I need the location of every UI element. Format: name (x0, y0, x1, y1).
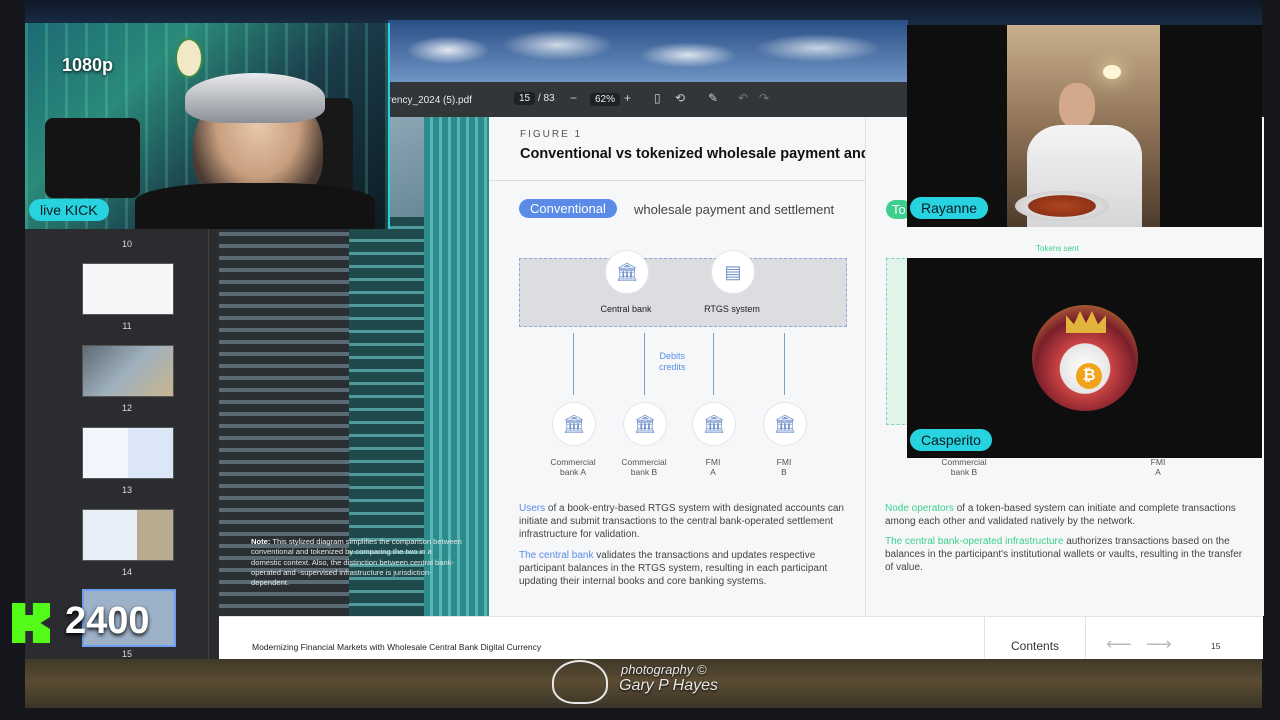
commercial-bank-b-label: Commercial bank B (941, 457, 987, 478)
divider (489, 180, 907, 181)
mascot-figure (175, 38, 203, 78)
figure-content: FIGURE 1 Conventional vs tokenized whole… (489, 117, 907, 616)
commercial-bank-b-label: Commercial bank B (621, 457, 667, 478)
undo-icon[interactable]: ↶ (738, 91, 748, 105)
fit-page-icon[interactable]: ▯ (654, 91, 661, 105)
background-clouds (388, 20, 908, 82)
rtgs-system-icon: ▤ (711, 250, 755, 294)
contents-label: Contents (1011, 639, 1060, 653)
figure-note: Note: This stylized diagram simplifies t… (251, 537, 463, 588)
conventional-pill: Conventional (519, 199, 617, 218)
arrow-line (784, 333, 785, 395)
central-infrastructure-paragraph: The central bank-operated infrastructure… (885, 536, 1243, 573)
current-page-input[interactable]: 15 (514, 92, 536, 105)
footer-page-number: 15 (1211, 641, 1221, 651)
casperito-name-tag: Casperito (910, 429, 992, 451)
note-label: Note: (251, 537, 271, 546)
thumbnail-label: 15 (121, 649, 132, 659)
commercial-bank-a-label: Commercial bank A (550, 457, 596, 478)
pdf-filename: rency_2024 (5).pdf (388, 95, 472, 106)
thumbnail-label: 14 (121, 567, 132, 577)
next-page-icon[interactable]: ⟶ (1146, 634, 1172, 655)
commercial-bank-b-icon: 🏛 (623, 402, 667, 446)
casperito-avatar: ₿ (1032, 305, 1138, 411)
thumbnail-page[interactable] (82, 509, 174, 561)
debits-credits-label: Debits credits (659, 351, 686, 374)
kick-logo-icon (12, 603, 50, 643)
users-paragraph: Users of a book-entry-based RTGS system … (519, 503, 844, 540)
thumbnail-label: 10 (121, 239, 132, 249)
credits-label: credits (659, 362, 686, 373)
arrow-line (713, 333, 714, 395)
streamer-shirt (135, 183, 375, 229)
photo-credit: photography © Gary P Hayes (555, 662, 718, 695)
central-bank-paragraph: The central bank validates the transacti… (519, 550, 828, 587)
casperito-webcam: ₿ (907, 258, 1262, 458)
thumbnail-page[interactable] (82, 345, 174, 397)
fmi-a-icon: 🏛 (692, 402, 736, 446)
ceiling-light (1103, 65, 1121, 79)
footer-title: Modernizing Financial Markets with Whole… (252, 642, 542, 652)
thumbnail-label: 11 (122, 321, 132, 331)
photo-credit-line2: Gary P Hayes (619, 677, 718, 694)
page-indicator: 15 / 83 (514, 92, 555, 105)
zoom-in-icon[interactable]: + (624, 91, 631, 105)
rotate-icon[interactable]: ⟲ (675, 91, 685, 105)
fmi-b-icon: 🏛 (763, 402, 807, 446)
live-kick-tag: live KICK (29, 199, 109, 221)
fmi-b-label: FMI B (776, 457, 792, 478)
frame-right (1262, 0, 1280, 720)
node-operators-paragraph: Node operators of a token-based system c… (885, 503, 1236, 527)
contents-button[interactable]: Contents (984, 617, 1086, 659)
thumbnail-panel: 10 11 12 13 14 15 (25, 229, 208, 659)
arrow-line (573, 333, 574, 395)
central-infrastructure-box (519, 258, 847, 327)
thumbnail-page[interactable] (82, 427, 174, 479)
thumbnail-page[interactable] (82, 263, 174, 315)
figure-title: Conventional vs tokenized wholesale paym… (520, 146, 904, 162)
figure-label: FIGURE 1 (520, 129, 583, 140)
thumbnail-scrollbar[interactable] (208, 229, 219, 659)
redo-icon[interactable]: ↷ (759, 91, 769, 105)
fmi-a-label: FMI A (705, 457, 721, 478)
crown-icon (1066, 311, 1106, 333)
fmi-a-label: FMI A (1150, 457, 1166, 478)
central-bank-icon: 🏛 (605, 250, 649, 294)
rayanne-video (1007, 25, 1160, 227)
previous-page-icon[interactable]: ⟵ (1106, 634, 1132, 655)
gaming-chair (45, 118, 140, 198)
viewer-count: 2400 (65, 600, 150, 642)
thumbnail-label: 12 (121, 403, 132, 413)
total-pages: / 83 (537, 93, 555, 104)
frame-bottom (0, 708, 1280, 720)
photo-credit-line1: photography © (621, 662, 707, 677)
note-body: This stylized diagram simplifies the com… (251, 537, 462, 587)
rtgs-system-label: RTGS system (704, 304, 760, 314)
kick-viewer-counter: 2400 (10, 600, 180, 646)
zoom-out-icon[interactable]: − (570, 91, 577, 105)
central-bank-label: Central bank (600, 304, 652, 314)
thumbnail-label: 13 (121, 485, 132, 495)
streamer-hair (185, 73, 325, 123)
rayanne-face (1059, 83, 1095, 129)
tokens-sent-label: Tokens sent (1036, 244, 1079, 253)
arrow-line (644, 333, 645, 395)
conventional-subtitle: wholesale payment and settlement (634, 202, 835, 217)
rayanne-name-tag: Rayanne (910, 197, 989, 219)
pdf-toolbar: rency_2024 (5).pdf 15 / 83 − 62% + ▯ ⟲ ✎… (388, 82, 908, 117)
bitcoin-icon: ₿ (1076, 363, 1102, 389)
page-footer: Modernizing Financial Markets with Whole… (219, 616, 1263, 659)
resolution-label: 1080p (62, 55, 114, 75)
zoom-level[interactable]: 62% (590, 93, 621, 106)
debits-label: Debits (659, 351, 686, 361)
annotate-icon[interactable]: ✎ (708, 91, 718, 105)
commercial-bank-a-icon: 🏛 (552, 402, 596, 446)
pasta-plate (1015, 191, 1109, 221)
